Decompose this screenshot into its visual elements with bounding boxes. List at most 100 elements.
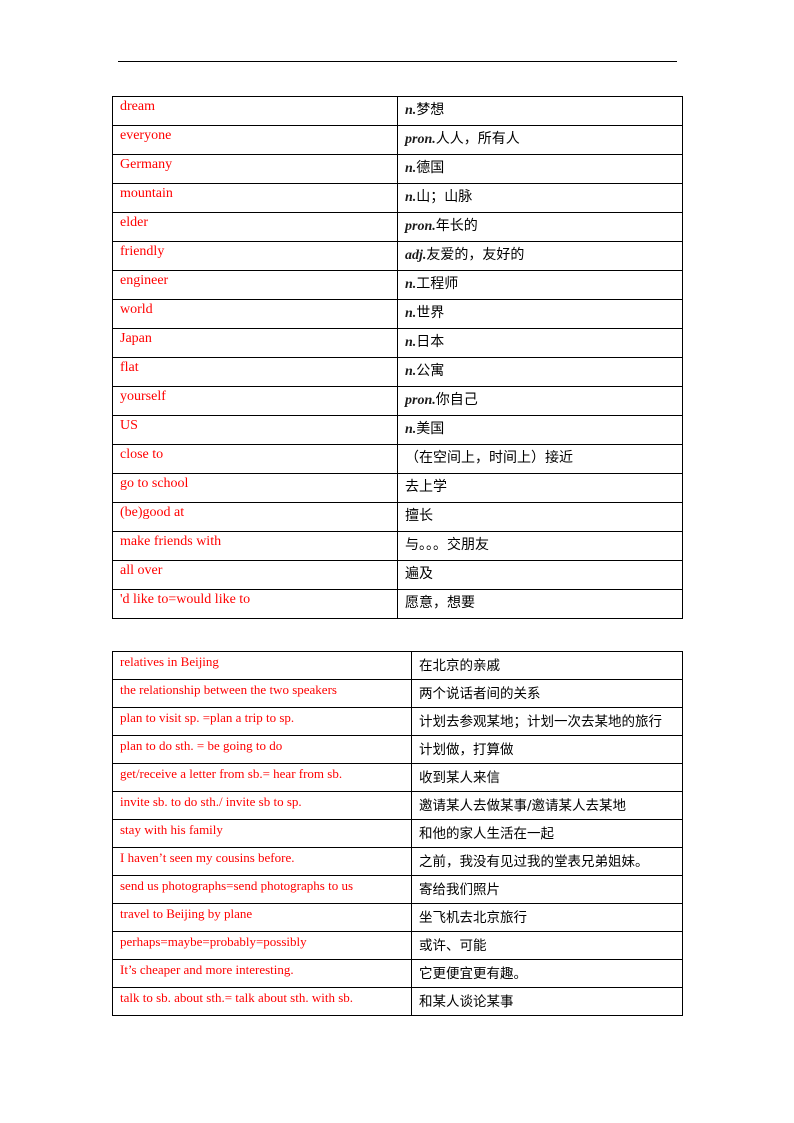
chinese-translation: 邀请某人去做某事/邀请某人去某地: [411, 791, 683, 820]
english-phrase: stay with his family: [112, 819, 412, 848]
chinese-definition-cell: adj.友爱的，友好的: [397, 241, 683, 271]
phrase-row: plan to visit sp. =plan a trip to sp. 计划去…: [112, 707, 683, 736]
phrase-row: I haven’t seen my cousins before. 之前，我没有见…: [112, 847, 683, 876]
chinese-definition: 擅长: [405, 508, 433, 524]
part-of-speech: n.: [405, 422, 417, 437]
part-of-speech: n.: [405, 306, 417, 321]
chinese-definition-cell: n.德国: [397, 154, 683, 184]
vocab-row: Japan n.日本: [112, 328, 683, 358]
chinese-translation: 寄给我们照片: [411, 875, 683, 904]
chinese-definition: 梦想: [416, 102, 445, 118]
english-term: make friends with: [112, 531, 398, 561]
vocab-row: dream n.梦想: [112, 96, 683, 126]
vocab-row: US n.美国: [112, 415, 683, 445]
vocab-row: yourself pron.你自己: [112, 386, 683, 416]
english-term: flat: [112, 357, 398, 387]
vocab-row: world n.世界: [112, 299, 683, 329]
chinese-definition: 你自己: [435, 392, 478, 408]
phrase-row: talk to sb. about sth.= talk about sth. …: [112, 987, 683, 1016]
chinese-translation: 在北京的亲戚: [411, 651, 683, 680]
vocab-row: mountain n.山；山脉: [112, 183, 683, 213]
phrase-row: get/receive a letter from sb.= hear from…: [112, 763, 683, 792]
chinese-translation: 和他的家人生活在一起: [411, 819, 683, 848]
english-phrase: talk to sb. about sth.= talk about sth. …: [112, 987, 412, 1016]
part-of-speech: pron.: [405, 219, 436, 234]
vocab-row: flat n.公寓: [112, 357, 683, 387]
chinese-definition: 日本: [416, 334, 445, 350]
vocab-row: go to school 去上学: [112, 473, 683, 503]
chinese-translation: 两个说话者间的关系: [411, 679, 683, 708]
phrases-table: relatives in Beijing 在北京的亲戚 the relationsh…: [112, 651, 683, 1016]
chinese-definition-cell: n.山；山脉: [397, 183, 683, 213]
vocab-row: (be)good at 擅长: [112, 502, 683, 532]
phrase-row: invite sb. to do sth./ invite sb to sp. 邀…: [112, 791, 683, 820]
chinese-definition-cell: （在空间上，时间上）接近: [397, 444, 683, 474]
chinese-definition: 去上学: [405, 479, 447, 495]
vocab-row: friendly adj.友爱的，友好的: [112, 241, 683, 271]
vocab-row: Germany n.德国: [112, 154, 683, 184]
chinese-definition: 与。。。交朋友: [405, 537, 489, 553]
vocab-row: engineer n.工程师: [112, 270, 683, 300]
chinese-definition-cell: 遍及: [397, 560, 683, 590]
chinese-definition-cell: 愿意，想要: [397, 589, 683, 619]
part-of-speech: adj.: [405, 248, 427, 263]
phrase-row: the relationship between the two speaker…: [112, 679, 683, 708]
english-phrase: invite sb. to do sth./ invite sb to sp.: [112, 791, 412, 820]
chinese-definition: 工程师: [416, 276, 459, 292]
chinese-definition: （在空间上，时间上）接近: [405, 450, 573, 466]
chinese-definition-cell: 擅长: [397, 502, 683, 532]
english-term: close to: [112, 444, 398, 474]
english-phrase: the relationship between the two speaker…: [112, 679, 412, 708]
chinese-definition: 友爱的，友好的: [426, 247, 525, 263]
english-phrase: I haven’t seen my cousins before.: [112, 847, 412, 876]
part-of-speech: n.: [405, 161, 417, 176]
chinese-definition-cell: pron.年长的: [397, 212, 683, 242]
chinese-definition-cell: n.美国: [397, 415, 683, 445]
chinese-definition: 山；山脉: [416, 189, 473, 205]
part-of-speech: n.: [405, 277, 417, 292]
vocab-row: make friends with 与。。。交朋友: [112, 531, 683, 561]
phrase-row: travel to Beijing by plane 坐飞机去北京旅行: [112, 903, 683, 932]
phrases-table-body: relatives in Beijing 在北京的亲戚 the relationsh…: [112, 651, 683, 1016]
english-phrase: relatives in Beijing: [112, 651, 412, 680]
chinese-definition: 愿意，想要: [405, 595, 475, 611]
english-term: Germany: [112, 154, 398, 184]
chinese-definition-cell: n.公寓: [397, 357, 683, 387]
chinese-definition: 德国: [416, 160, 445, 176]
chinese-definition: 公寓: [416, 363, 445, 379]
chinese-definition-cell: pron.你自己: [397, 386, 683, 416]
chinese-definition: 年长的: [435, 218, 478, 234]
chinese-definition: 世界: [416, 305, 445, 321]
vocab-row: 'd like to=would like to 愿意，想要: [112, 589, 683, 619]
chinese-definition-cell: n.日本: [397, 328, 683, 358]
header-rule: [118, 61, 677, 62]
vocab-row: everyone pron.人人，所有人: [112, 125, 683, 155]
part-of-speech: pron.: [405, 132, 436, 147]
chinese-translation: 之前，我没有见过我的堂表兄弟姐妹。: [411, 847, 683, 876]
part-of-speech: n.: [405, 190, 417, 205]
english-term: yourself: [112, 386, 398, 416]
english-term: engineer: [112, 270, 398, 300]
english-term: Japan: [112, 328, 398, 358]
part-of-speech: n.: [405, 103, 417, 118]
english-phrase: get/receive a letter from sb.= hear from…: [112, 763, 412, 792]
chinese-definition-cell: n.梦想: [397, 96, 683, 126]
english-term: mountain: [112, 183, 398, 213]
chinese-definition-cell: 与。。。交朋友: [397, 531, 683, 561]
phrase-row: send us photographs=send photographs to …: [112, 875, 683, 904]
chinese-definition-cell: n.世界: [397, 299, 683, 329]
english-term: dream: [112, 96, 398, 126]
chinese-definition: 人人，所有人: [435, 131, 520, 147]
chinese-translation: 和某人谈论某事: [411, 987, 683, 1016]
chinese-translation: 计划做，打算做: [411, 735, 683, 764]
vocab-row: close to （在空间上，时间上）接近: [112, 444, 683, 474]
chinese-definition-cell: 去上学: [397, 473, 683, 503]
vocab-row: elder pron.年长的: [112, 212, 683, 242]
english-term: friendly: [112, 241, 398, 271]
chinese-translation: 它更便宜更有趣。: [411, 959, 683, 988]
chinese-translation: 收到某人来信: [411, 763, 683, 792]
chinese-definition: 美国: [416, 421, 445, 437]
english-phrase: travel to Beijing by plane: [112, 903, 412, 932]
english-term: 'd like to=would like to: [112, 589, 398, 619]
english-phrase: perhaps=maybe=probably=possibly: [112, 931, 412, 960]
